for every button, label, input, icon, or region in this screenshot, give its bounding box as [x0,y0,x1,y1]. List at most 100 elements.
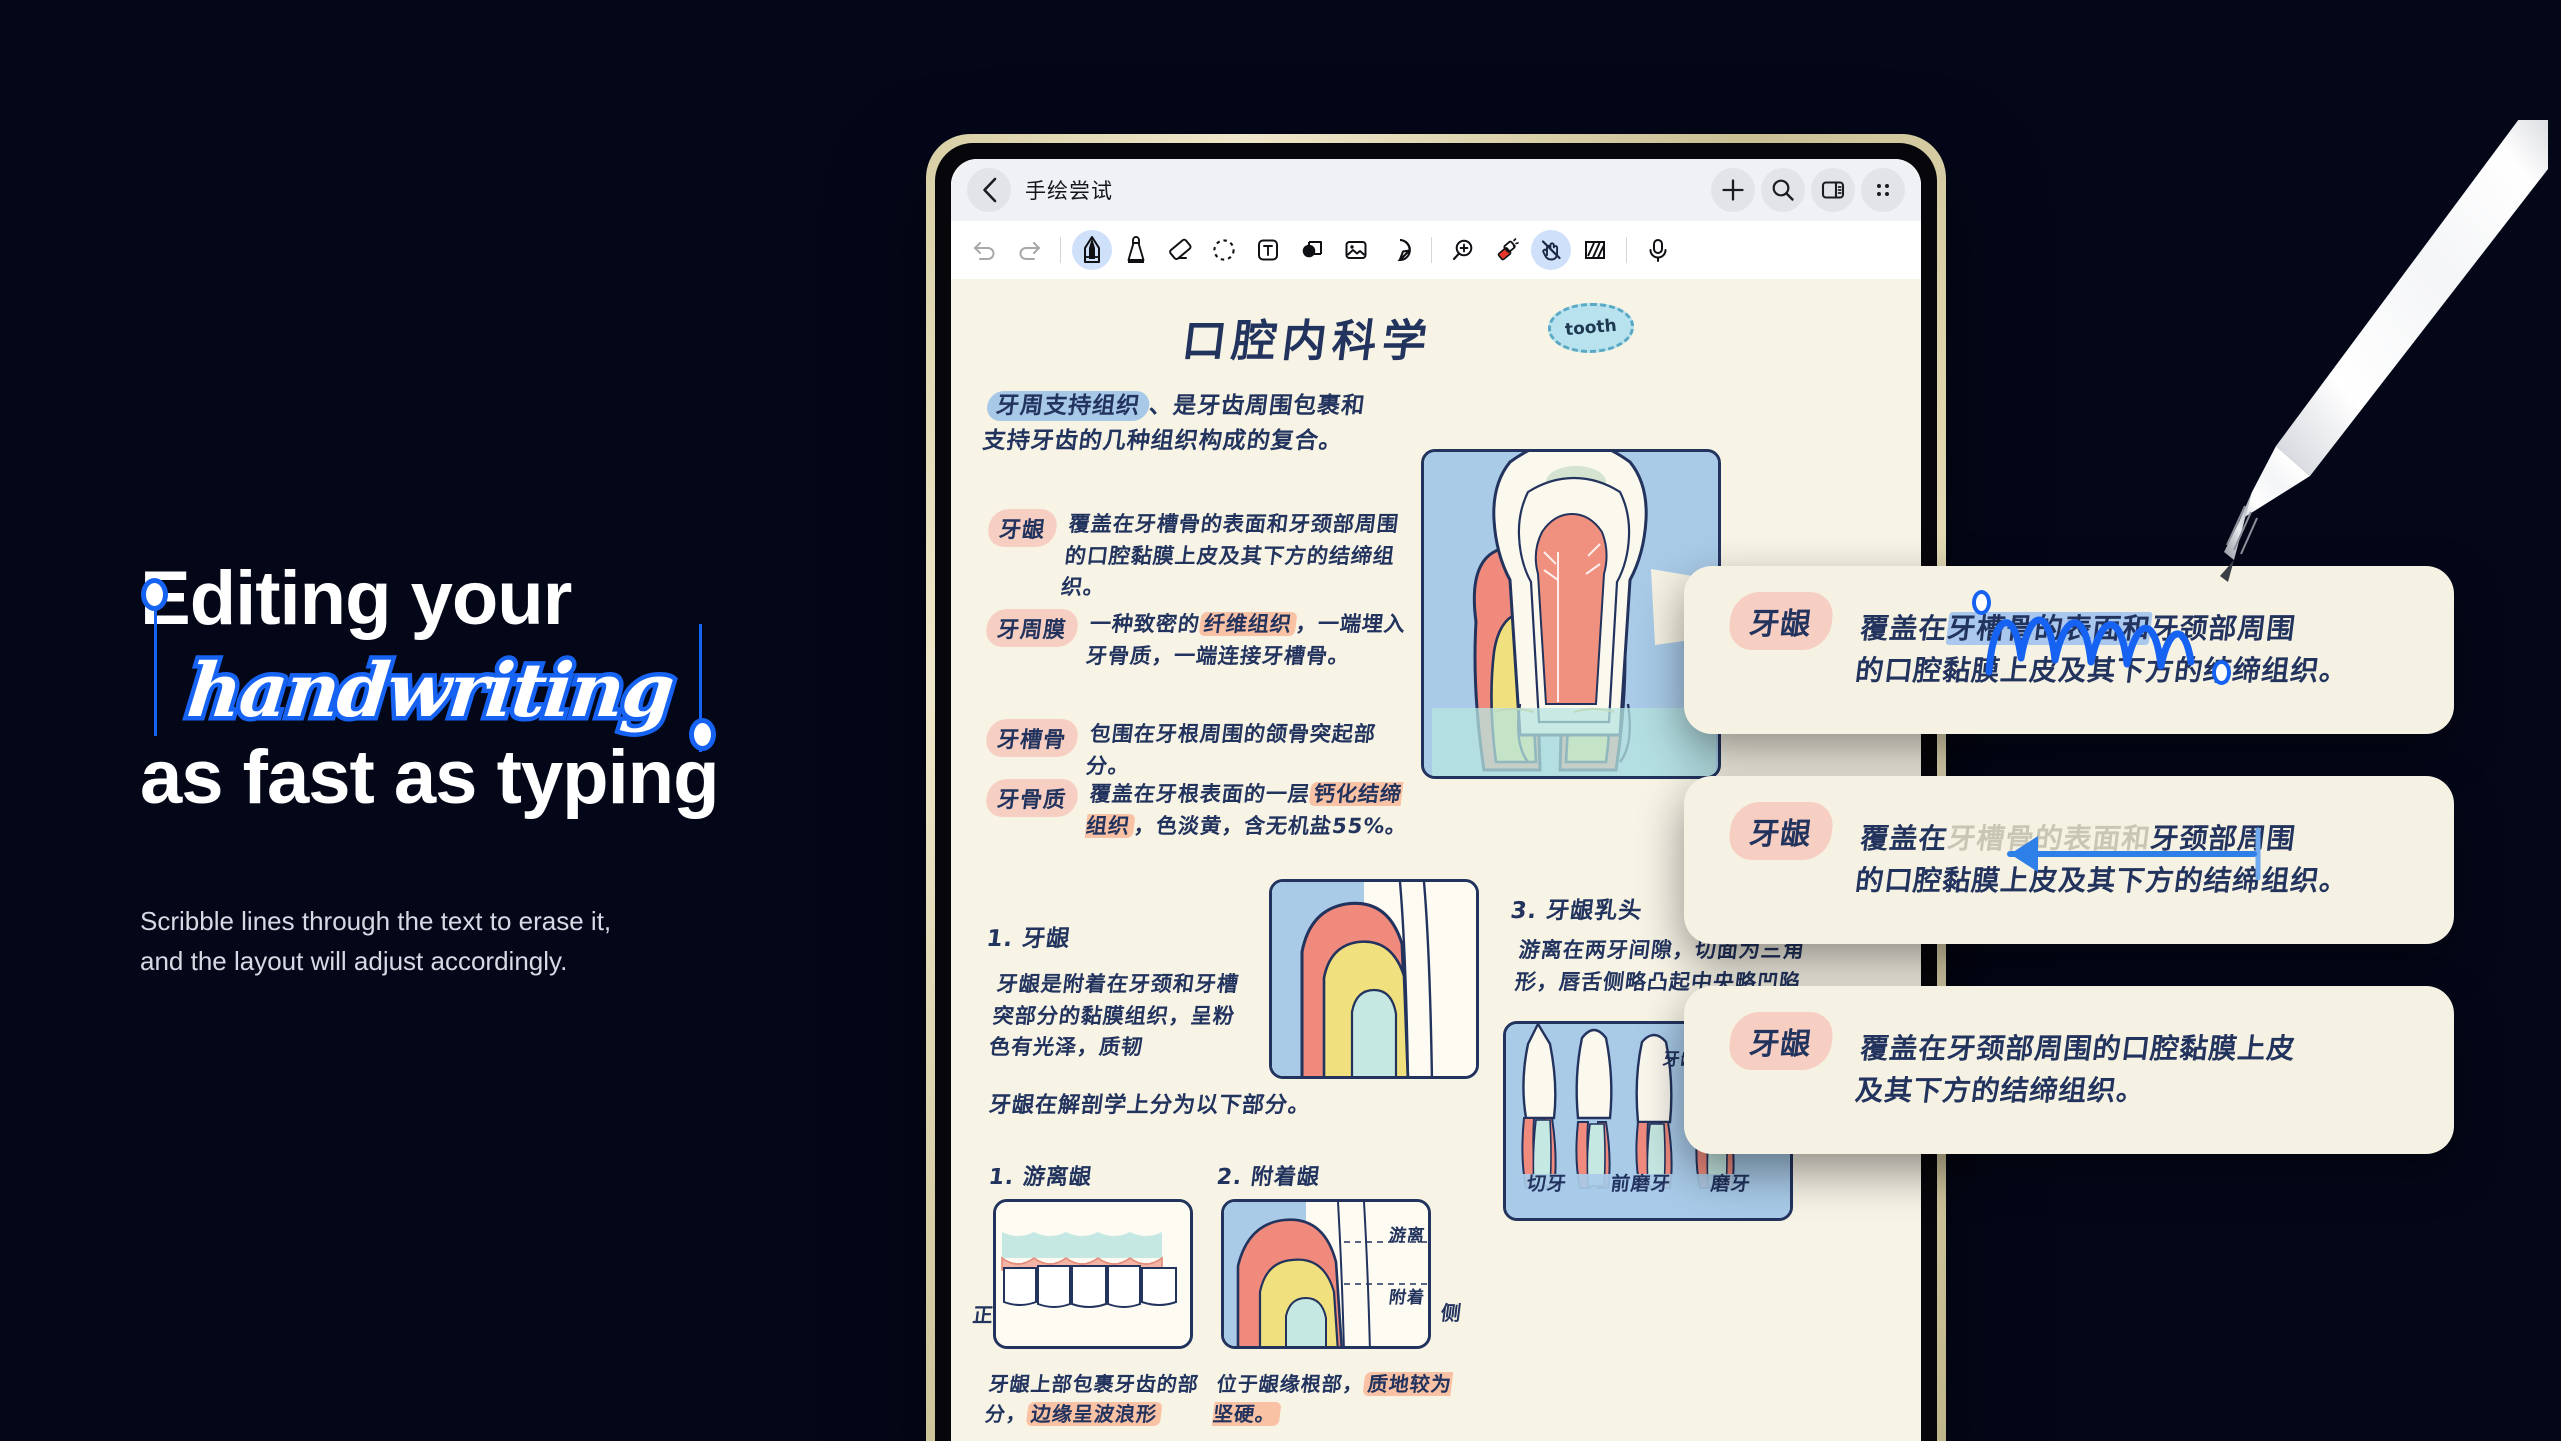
marketing-copy-block: Editing your handwriting as fast as typi… [140,560,840,981]
more-options-button[interactable] [1861,168,1905,212]
term-def-1: 一种致密的纤维组织，一端埋入牙骨质，一端连接牙槽骨。 [1084,609,1419,672]
term-def-1-pre: 一种致密的 [1088,612,1202,636]
lasso-select-tool[interactable] [1204,230,1244,270]
subsection-2-heading: 2. 附着龈 [1215,1159,1322,1191]
selection-handle-end[interactable] [688,717,716,751]
free-gingiva-diagram [993,1199,1193,1349]
marker-pen-icon [1127,236,1145,263]
add-page-button[interactable] [1711,168,1755,212]
insert-image-tool[interactable] [1336,230,1376,270]
callout-card-reflowing: 牙龈 覆盖在牙槽骨的表面和牙颈部周围 的口腔黏膜上皮及其下方的结缔组织。 [1684,776,2454,944]
pencil-icon [1084,236,1100,263]
callout-2-term-tag: 牙龈 [1726,802,1836,860]
note-title: 口腔内科学 [1179,316,1436,367]
callout-3-text-line1: 覆盖在牙颈部周围的口腔黏膜上皮 [1858,1032,2298,1065]
chevron-left-icon [982,177,996,203]
front-teeth-illustration [996,1202,1190,1346]
palm-rejection-toggle[interactable] [1531,230,1571,270]
tooth-label-incisor: 切牙 [1525,1173,1569,1195]
marker-tool[interactable] [1116,230,1156,270]
back-button[interactable] [967,168,1011,212]
sticker-peel-icon [1397,239,1411,262]
subsection-1-title: 游离龈 [1021,1165,1094,1190]
subcopy-line-1: Scribble lines through the text to erase… [140,905,612,936]
section-1-body: 牙龈是附着在牙颈和牙槽突部分的黏膜组织，呈粉色有光泽，质韧 [987,972,1241,1059]
image-icon [1345,241,1367,259]
toolbar-divider-2 [1431,237,1432,263]
section-3-heading: 3. 牙龈乳头 [1509,891,1645,925]
text-box-tool[interactable] [1248,230,1288,270]
term-tag-2: 牙槽骨 [984,719,1080,757]
sticker-tool[interactable] [1380,230,1420,270]
header-actions [1711,168,1905,212]
shape-tool[interactable] [1292,230,1332,270]
term-entry-3: 牙骨质 覆盖在牙根表面的一层钙化结缔组织，色淡黄，含无机盐55%。 [981,779,1419,842]
zoom-tool[interactable] [1443,230,1483,270]
callout-card-result: 牙龈 覆盖在牙颈部周围的口腔黏膜上皮 及其下方的结缔组织。 [1684,986,2454,1154]
undo-button[interactable] [965,230,1005,270]
selection-handle-start-card1[interactable] [1972,590,1991,615]
app-header: 手绘尝试 [951,159,1921,221]
magnifier-plus-icon [1452,239,1473,261]
section-3-title: 牙龈乳头 [1544,898,1644,924]
lede-highlighted: 牙周支持组织 [985,391,1152,421]
headline-script-wrap: handwriting [141,577,716,752]
search-button[interactable] [1761,168,1805,212]
view-label-side: 侧 [1439,1301,1464,1325]
callout-1-text: 覆盖在牙槽骨的表面和牙颈部周围 的口腔黏膜上皮及其下方的结缔组织。 [1853,608,2356,692]
headline-script-word: handwriting [179,643,681,738]
diagram-label-free: 游离 [1387,1226,1427,1246]
callout-1-term-tag: 牙龈 [1726,592,1836,650]
sidebar-toggle-button[interactable] [1811,168,1855,212]
term-tag-3: 牙骨质 [984,779,1080,817]
term-def-3-pre: 覆盖在牙根表面的一层 [1088,782,1312,806]
attached-gingiva-diagram [1221,1199,1431,1349]
text-box-icon [1258,239,1278,261]
marketing-subcopy: Scribble lines through the text to erase… [140,901,780,982]
callout-3-text: 覆盖在牙颈部周围的口腔黏膜上皮 及其下方的结缔组织。 [1853,1028,2298,1112]
subsection-1-bullet: 牙龈上部包裹牙齿的部分，边缘呈波浪形 [983,1369,1240,1429]
voice-record-button[interactable] [1638,230,1678,270]
undo-arrow-icon [974,242,995,260]
subsection-2-number: 2. [1215,1165,1244,1190]
tooth-anatomy-diagram [1421,449,1721,779]
eraser-tool[interactable] [1160,230,1200,270]
subsection-1-bullet-highlight: 边缘呈波浪形 [1025,1402,1163,1426]
callout-2-text-line2: 的口腔黏膜上皮及其下方的结缔组织。 [1853,864,2351,897]
selection-bar-left[interactable] [154,607,157,736]
selection-handle-end-card1[interactable] [2212,660,2231,685]
term-entry-2: 牙槽骨 包围在牙根周围的颌骨突起部分。 [981,719,1419,782]
attached-gingiva-illustration [1224,1202,1428,1346]
note-lede: 牙周支持组织 、是牙齿周围包裹和 支持牙齿的几种组织构成的复合。 [981,389,1410,459]
redo-button[interactable] [1009,230,1049,270]
pencil-tool[interactable] [1072,230,1112,270]
laser-pointer-tool[interactable] [1487,230,1527,270]
term-tag-1: 牙周膜 [984,609,1080,647]
term-def-0: 覆盖在牙槽骨的表面和牙颈部周围的口腔黏膜上皮及其下方的结缔组织。 [1059,512,1401,599]
subsection-2-bullet: 位于龈缘根部，质地较为坚硬。 [1211,1369,1468,1429]
gum-attachment-diagram [1269,879,1479,1079]
lasso-dashed-circle-icon [1213,239,1235,261]
term-tag-0: 牙龈 [986,509,1059,547]
term-entry-0: 牙龈 覆盖在牙槽骨的表面和牙颈部周围的口腔黏膜上皮及其下方的结缔组织。 [979,509,1421,604]
promo-screenshot: Editing your handwriting as fast as typi… [0,0,2561,1441]
tooth-sticker-label: tooth [1564,315,1618,341]
callout-1-text-line2: 的口腔黏膜上皮及其下方的结缔组织。 [1853,654,2351,687]
callout-2-text-pre: 覆盖在 [1858,822,1950,855]
lede-line-2: 支持牙齿的几种组织构成的复合。 [981,427,1345,454]
headline-line-2: as fast as typing [140,735,720,821]
callout-1-text-post: 牙颈部周围 [2148,612,2298,645]
toolbar-divider [1060,237,1061,263]
tooth-sticker: tooth [1548,303,1634,353]
callout-card-scribbling: 牙龈 覆盖在牙槽骨的表面和牙颈部周围 的口腔黏膜上皮及其下方的结缔组织。 [1684,566,2454,734]
tooth-label-molar: 磨牙 [1709,1173,1753,1195]
callout-2-text-post: 牙颈部周围 [2148,822,2298,855]
grid-dots-icon [1877,184,1889,196]
section-1-title: 牙龈 [1020,926,1072,952]
section-1-number: 1. [985,926,1015,952]
diagram-label-attached: 附着 [1387,1288,1427,1308]
selection-handle-start[interactable] [141,577,168,611]
drawing-toolbar [951,221,1921,279]
page-template-tool[interactable] [1575,230,1615,270]
tooth-label-premolar: 前磨牙 [1609,1173,1673,1195]
